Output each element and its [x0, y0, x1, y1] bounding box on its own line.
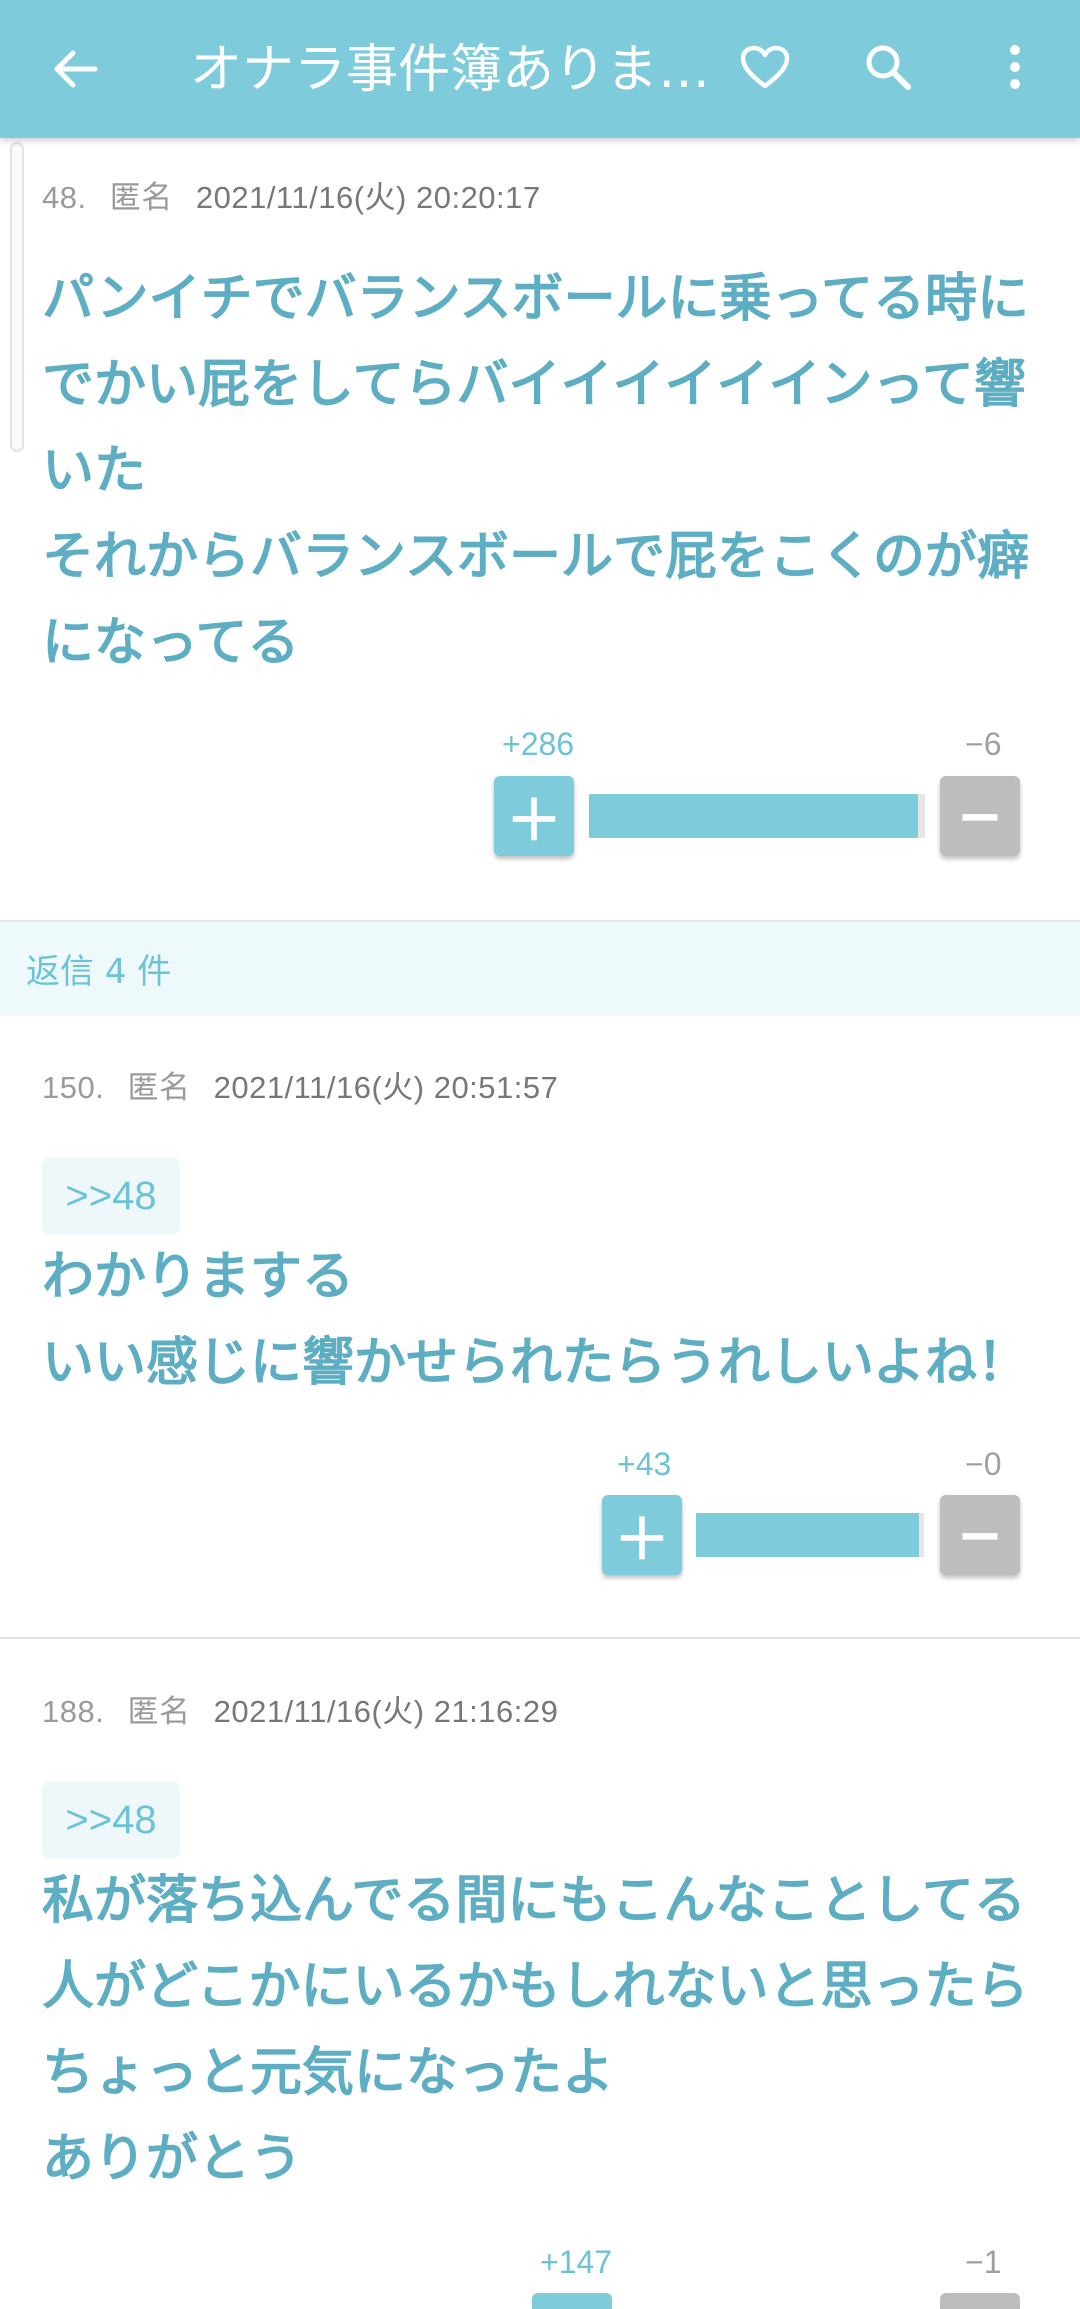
downvote-count: −6 [965, 726, 1002, 762]
scrollbar-thumb[interactable] [10, 142, 24, 452]
post-body: わかりまする いい感じに響かせられたらうれしいよね！ [42, 1247, 1029, 1393]
post-divider [0, 1637, 1080, 1639]
post-body: パンイチでバランスボールに乗ってる時に でかい屁をしてらバイイイイイインって響 … [42, 269, 1029, 673]
app-bar: オナラ事件簿ありま… [0, 0, 1080, 138]
downvote-count: −1 [965, 2244, 1002, 2280]
post-datetime: 2021/11/16(火) 20:20:17 [195, 180, 541, 215]
search-icon[interactable] [853, 32, 923, 102]
vote-ratio-fill [696, 1513, 920, 1557]
downvote-button[interactable] [940, 2293, 1020, 2309]
post-meta: 48. 匿名 2021/11/16(火) 20:20:17 [42, 172, 541, 217]
downvote-button[interactable]: − [940, 1495, 1020, 1575]
downvote-button[interactable]: − [940, 776, 1020, 856]
post-number: 48. [42, 180, 87, 215]
back-arrow-icon[interactable] [40, 34, 110, 104]
downvote-count: −0 [965, 1446, 1002, 1482]
post-body: 私が落ち込んでる間にもこんなことしてる 人がどこかにいるかもしれないと思ったら … [42, 1871, 1029, 2189]
post-number: 150. [42, 1070, 105, 1105]
vote-ratio-fill [589, 794, 919, 838]
post-author: 匿名 [109, 180, 173, 215]
replies-header[interactable]: 返信 4 件 [0, 920, 1080, 1016]
upvote-count: +286 [502, 726, 575, 762]
thread-title: オナラ事件簿ありま… [190, 40, 710, 100]
upvote-count: +147 [540, 2244, 613, 2280]
upvote-count: +43 [617, 1446, 672, 1482]
vote-ratio-bar [696, 1513, 924, 1557]
post-datetime: 2021/11/16(火) 20:51:57 [213, 1070, 559, 1105]
reply-anchor-link[interactable]: >>48 [42, 1157, 180, 1235]
post-meta: 150. 匿名 2021/11/16(火) 20:51:57 [42, 1062, 558, 1107]
upvote-button[interactable]: ＋ [602, 1495, 682, 1575]
more-vertical-icon[interactable] [985, 32, 1045, 102]
heart-icon[interactable] [730, 32, 800, 102]
vote-ratio-bar [589, 794, 925, 838]
post-meta: 188. 匿名 2021/11/16(火) 21:16:29 [42, 1686, 558, 1731]
post-datetime: 2021/11/16(火) 21:16:29 [213, 1694, 559, 1729]
post-author: 匿名 [127, 1694, 191, 1729]
post-author: 匿名 [127, 1070, 191, 1105]
replies-count-label: 返信 4 件 [26, 952, 172, 992]
upvote-button[interactable] [532, 2293, 612, 2309]
post-number: 188. [42, 1694, 105, 1729]
reply-anchor-link[interactable]: >>48 [42, 1781, 180, 1859]
upvote-button[interactable]: ＋ [494, 776, 574, 856]
